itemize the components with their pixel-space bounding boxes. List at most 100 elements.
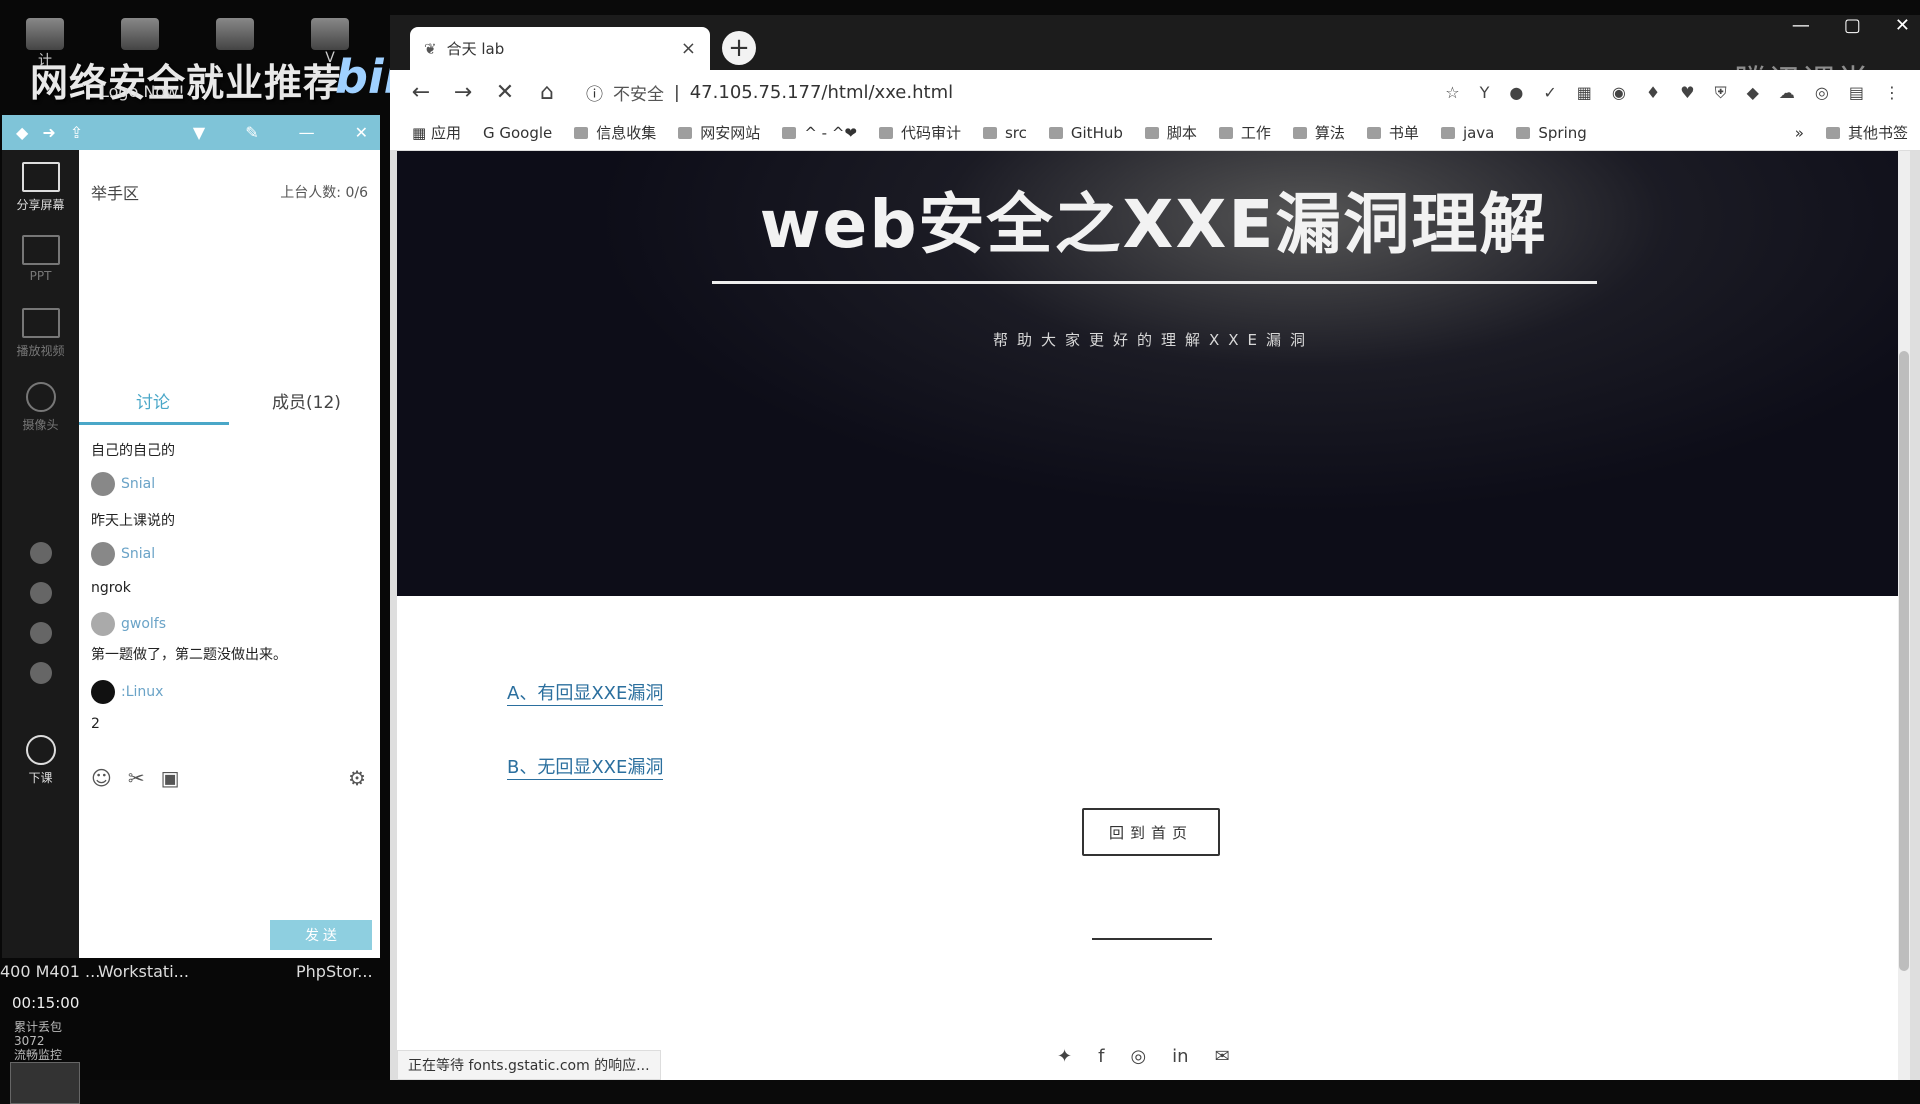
stop-icon[interactable]: ✕ — [494, 80, 516, 105]
link-xxe-with-echo[interactable]: A、有回显XXE漏洞 — [507, 679, 664, 706]
extension-icon[interactable]: ♦ — [1646, 83, 1660, 103]
settings-icon[interactable]: ⚙ — [348, 766, 366, 790]
info-icon[interactable]: ⓘ — [586, 80, 603, 105]
tab-members[interactable]: 成员(12) — [272, 388, 341, 413]
page-subtitle: 帮助大家更好的理解XXE漏洞 — [992, 331, 1315, 349]
bookmark-folder[interactable]: GitHub — [1048, 124, 1123, 142]
browser-tab[interactable]: ❦ 合天 lab × — [410, 27, 710, 70]
send-button[interactable]: 发 送 — [270, 920, 372, 950]
microphone-icon[interactable] — [30, 542, 52, 564]
dropdown-icon[interactable]: ▼ — [193, 123, 205, 142]
desktop-icon-app[interactable] — [115, 18, 165, 50]
bookmark-folder[interactable]: 信息收集 — [574, 122, 656, 143]
message-user[interactable]: Snial — [91, 472, 155, 496]
extension-icon[interactable]: ▦ — [1577, 83, 1592, 103]
extension-icon[interactable]: ◎ — [1815, 83, 1829, 103]
forward-icon[interactable]: ➜ — [42, 123, 55, 142]
star-icon[interactable]: ☆ — [1445, 83, 1459, 103]
linkedin-icon[interactable]: in — [1172, 1046, 1188, 1067]
message-user[interactable]: :Linux — [91, 680, 163, 704]
image-icon[interactable]: ▣ — [161, 766, 180, 790]
avatar — [91, 542, 115, 566]
maximize-icon[interactable]: ▢ — [1844, 15, 1861, 36]
bookmark-folder[interactable]: 网安网站 — [678, 122, 760, 143]
bookmark-folder[interactable]: 工作 — [1218, 122, 1271, 143]
extension-icon[interactable]: Y — [1480, 83, 1490, 103]
bookmark-apps[interactable]: ▦ 应用 — [412, 122, 461, 143]
overlay-sub: Logo Now! — [100, 82, 185, 101]
other-bookmarks[interactable]: 其他书签 — [1825, 122, 1908, 143]
security-label: 不安全 — [613, 85, 664, 105]
desktop-icon-app-2[interactable] — [210, 18, 260, 50]
play-video-button[interactable]: 播放视频 — [2, 308, 79, 359]
class-timer: 00:15:00 — [12, 994, 80, 1012]
extension-icon[interactable]: ◆ — [1747, 83, 1759, 103]
bookmark-folder[interactable]: Spring — [1516, 124, 1587, 142]
chat-toolbar: ☺ ✂ ▣ — [91, 766, 180, 790]
shield-icon[interactable]: ⛨ — [1715, 83, 1727, 103]
folder-icon — [678, 126, 693, 139]
page-viewport: web安全之XXE漏洞理解 帮助大家更好的理解XXE漏洞 A、有回显XXE漏洞 … — [397, 151, 1910, 1080]
minimize-icon[interactable]: — — [1792, 15, 1810, 36]
tab-close-icon[interactable]: × — [681, 38, 696, 59]
bookmark-folder[interactable]: ^ - ^❤ — [782, 124, 857, 142]
pocket-icon[interactable]: ♥ — [1680, 83, 1694, 103]
chat-panel: 举手区 上台人数: 0/6 讨论 成员(12) 自己的自己的 Snial 昨天上… — [79, 150, 380, 958]
pin-icon[interactable]: ◆ — [16, 123, 28, 142]
forward-icon[interactable]: → — [452, 80, 474, 105]
bookmark-folder[interactable]: 书单 — [1366, 122, 1419, 143]
bookmark-folder[interactable]: 算法 — [1292, 122, 1345, 143]
scroll-thumb[interactable] — [1899, 351, 1909, 971]
address-bar[interactable]: ⓘ 不安全 | 47.105.75.177/html/xxe.html — [586, 80, 953, 105]
scrollbar[interactable] — [1898, 151, 1910, 1080]
adblock-icon[interactable]: ● — [1509, 83, 1523, 103]
speaker-icon[interactable] — [30, 582, 52, 604]
bookmark-folder[interactable]: src — [982, 124, 1027, 142]
extension-icon[interactable]: ◉ — [1612, 83, 1626, 103]
home-icon[interactable]: ⌂ — [536, 80, 558, 105]
camera-button[interactable]: 摄像头 — [2, 382, 79, 433]
screen-icon — [21, 162, 60, 192]
stage-count: 上台人数: 0/6 — [280, 185, 368, 201]
instagram-icon[interactable]: ◎ — [1130, 1046, 1146, 1067]
message-user[interactable]: Snial — [91, 542, 155, 566]
bookmark-folder[interactable]: 代码审计 — [878, 122, 961, 143]
twitter-icon[interactable]: ✦ — [1057, 1046, 1072, 1067]
facebook-icon[interactable]: f — [1098, 1046, 1104, 1067]
extension-icon[interactable]: ✓ — [1543, 83, 1556, 103]
fullscreen-icon[interactable] — [30, 662, 52, 684]
end-class-button[interactable]: 下课 — [2, 735, 79, 786]
bookmark-folder[interactable]: java — [1440, 124, 1494, 142]
mail-icon[interactable]: ✉ — [1215, 1046, 1230, 1067]
avatar — [91, 680, 115, 704]
new-tab-button[interactable]: + — [722, 31, 756, 65]
music-icon[interactable] — [30, 622, 52, 644]
back-home-button[interactable]: 回到首页 — [1082, 808, 1220, 856]
close-icon[interactable]: ✕ — [355, 123, 368, 142]
link-xxe-blind[interactable]: B、无回显XXE漏洞 — [507, 753, 664, 780]
bookmark-folder[interactable]: 脚本 — [1144, 122, 1197, 143]
tab-discussion[interactable]: 讨论 — [136, 388, 170, 413]
close-icon[interactable]: ✕ — [1895, 15, 1910, 36]
ppt-button[interactable]: PPT — [2, 235, 79, 283]
message-user[interactable]: gwolfs — [91, 612, 166, 636]
bookmark-google[interactable]: G Google — [483, 124, 552, 142]
bookmarks-more-icon[interactable]: » — [1795, 124, 1804, 142]
minimize-icon[interactable]: — — [299, 123, 315, 142]
folder-icon — [1292, 126, 1307, 139]
back-icon[interactable]: ← — [410, 80, 432, 105]
taskbar-item[interactable]: Workstati... — [98, 962, 189, 981]
folder-icon — [1366, 126, 1381, 139]
cloud-icon[interactable]: ☁ — [1779, 83, 1795, 103]
message-text: 2 — [91, 716, 100, 732]
share-screen-button[interactable]: 分享屏幕 — [2, 162, 79, 213]
taskbar-item[interactable]: PhpStor... — [296, 962, 373, 981]
extension-icon[interactable]: ▤ — [1849, 83, 1864, 103]
scissors-icon[interactable]: ✂ — [128, 766, 145, 790]
taskbar-item[interactable]: 400 M401 ... — [0, 962, 100, 981]
emoji-icon[interactable]: ☺ — [91, 766, 112, 790]
menu-icon[interactable]: ⋮ — [1884, 83, 1900, 103]
folder-icon — [1144, 126, 1159, 139]
share-icon[interactable]: ⇪ — [70, 123, 83, 142]
pin-window-icon[interactable]: ✎ — [245, 123, 258, 142]
